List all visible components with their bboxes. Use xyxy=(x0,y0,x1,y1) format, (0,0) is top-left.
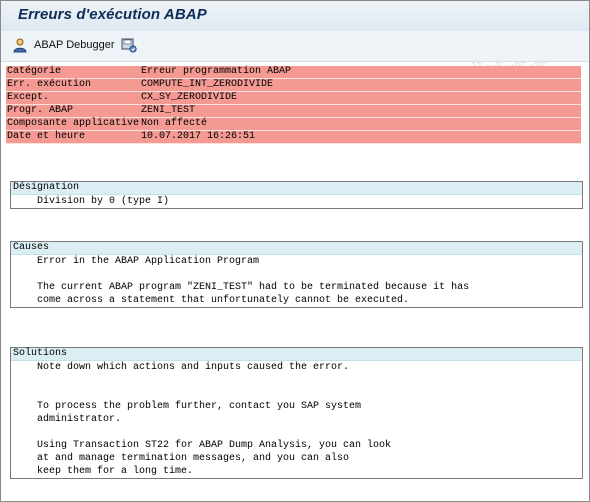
header-row-component: Composante applicative Non affecté xyxy=(6,118,581,131)
header-row-datetime: Date et heure 10.07.2017 16:26:51 xyxy=(6,131,581,144)
designation-section: Désignation Division by 0 (type I) xyxy=(10,181,583,209)
header-value: Non affecté xyxy=(141,118,208,129)
header-row-category: Catégorie Erreur programmation ABAP xyxy=(6,66,581,79)
header-key: Date et heure xyxy=(7,131,86,142)
save-local-file-icon[interactable] xyxy=(121,37,137,58)
section-line: keep them for a long time. xyxy=(37,466,194,477)
header-value: ZENI_TEST xyxy=(141,105,196,116)
section-line: Division by 0 (type I) xyxy=(37,196,170,207)
section-line: Using Transaction ST22 for ABAP Dump Ana… xyxy=(37,440,392,451)
header-value: Erreur programmation ABAP xyxy=(141,66,292,77)
section-line: Note down which actions and inputs cause… xyxy=(37,362,350,373)
section-line: To process the problem further, contact … xyxy=(37,401,362,412)
section-header: Désignation xyxy=(11,182,582,195)
header-value: 10.07.2017 16:26:51 xyxy=(141,131,256,142)
header-row-exception: Except. CX_SY_ZERODIVIDE xyxy=(6,92,581,105)
section-line xyxy=(11,374,582,387)
header-value: COMPUTE_INT_ZERODIVIDE xyxy=(141,79,274,90)
solutions-section: Solutions Note down which actions and in… xyxy=(10,347,583,479)
section-line: come across a statement that unfortunate… xyxy=(37,295,410,306)
debugger-person-icon xyxy=(13,38,27,53)
section-line xyxy=(11,268,582,281)
section-line: Error in the ABAP Application Program xyxy=(37,256,260,267)
error-header-table: Catégorie Erreur programmation ABAP Err.… xyxy=(6,66,581,144)
header-key: Catégorie xyxy=(7,66,62,77)
section-line: administrator. xyxy=(37,414,122,425)
header-key: Err. exécution xyxy=(7,79,92,90)
section-line xyxy=(11,387,582,400)
title-bar: Erreurs d'exécution ABAP fe38b 162-8771-… xyxy=(1,1,589,97)
section-line: at and manage termination messages, and … xyxy=(37,453,350,464)
section-line xyxy=(11,426,582,439)
header-key: Except. xyxy=(7,92,50,103)
abap-debugger-button[interactable]: ABAP Debugger xyxy=(12,35,115,55)
header-key: Composante applicative xyxy=(7,118,140,129)
section-line: The current ABAP program "ZENI_TEST" had… xyxy=(37,282,470,293)
header-value: CX_SY_ZERODIVIDE xyxy=(141,92,238,103)
header-row-runtime-error: Err. exécution COMPUTE_INT_ZERODIVIDE xyxy=(6,79,581,92)
section-header: Solutions xyxy=(11,348,582,361)
header-key: Progr. ABAP xyxy=(7,105,74,116)
runtime-error-window: Erreurs d'exécution ABAP fe38b 162-8771-… xyxy=(0,0,590,502)
section-header: Causes xyxy=(11,242,582,255)
header-row-program: Progr. ABAP ZENI_TEST xyxy=(6,105,581,118)
abap-debugger-label: ABAP Debugger xyxy=(34,39,115,51)
window-title: Erreurs d'exécution ABAP xyxy=(18,6,207,23)
toolbar: ABAP Debugger xyxy=(1,31,589,62)
causes-section: Causes Error in the ABAP Application Pro… xyxy=(10,241,583,308)
